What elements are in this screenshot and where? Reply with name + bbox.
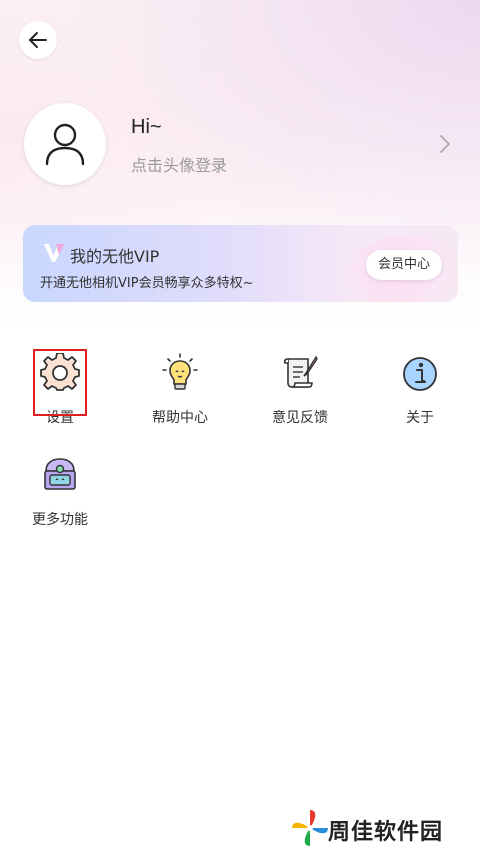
avatar[interactable]: [24, 103, 106, 185]
vip-title: 我的无他VIP: [70, 247, 160, 266]
menu-label: 更多功能: [32, 512, 88, 528]
highlight-box: [33, 349, 87, 416]
pinwheel-logo-icon: [292, 810, 328, 846]
user-icon: [45, 123, 85, 166]
lightbulb-icon: [162, 353, 198, 390]
watermark-text: 周佳软件园: [328, 820, 444, 845]
back-button[interactable]: [19, 21, 57, 59]
menu-label: 帮助中心: [152, 410, 208, 426]
login-hint[interactable]: 点击头像登录: [131, 152, 227, 176]
member-center-button[interactable]: 会员中心: [366, 250, 442, 280]
vip-description: 开通无他相机VIP会员畅享众多特权~: [40, 276, 254, 291]
vip-card[interactable]: 我的无他VIP 开通无他相机VIP会员畅享众多特权~ 会员中心: [23, 225, 458, 302]
menu-item-feedback[interactable]: 意见反馈: [250, 353, 350, 433]
info-icon: [403, 357, 437, 391]
menu-item-about[interactable]: 关于: [370, 353, 470, 433]
menu-label: 关于: [406, 410, 434, 426]
menu-item-help-center[interactable]: 帮助中心: [130, 353, 230, 433]
watermark: 周佳软件园: [290, 806, 470, 850]
menu-item-more-features[interactable]: 更多功能: [10, 455, 110, 535]
back-arrow-icon: [29, 32, 47, 48]
greeting-text: Hi~: [131, 116, 162, 138]
chevron-right-icon[interactable]: [436, 133, 454, 155]
vip-v-logo-icon: [44, 244, 64, 262]
treasure-chest-icon: [44, 458, 76, 490]
menu-label: 意见反馈: [272, 410, 328, 426]
scroll-quill-icon: [283, 355, 318, 388]
